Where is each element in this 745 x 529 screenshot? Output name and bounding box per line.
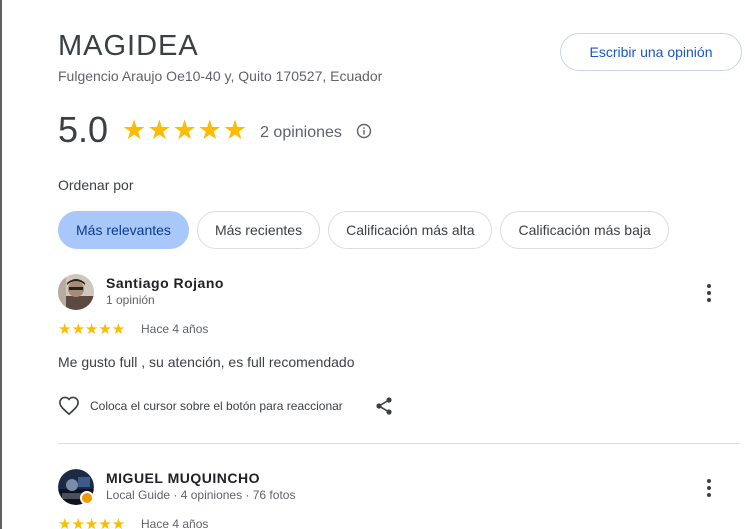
window-edge: [0, 0, 2, 529]
review-count[interactable]: 2 opiniones: [260, 124, 342, 142]
sort-chips: Más relevantes Más recientes Calificació…: [58, 211, 669, 249]
info-icon[interactable]: [356, 123, 372, 139]
review-item: MIGUEL MUQUINCHO Local Guide · 4 opinion…: [58, 469, 742, 529]
review-item: Santiago Rojano 1 opinión ★★★★★ Hace 4 a…: [58, 274, 742, 434]
reviewer-name[interactable]: MIGUEL MUQUINCHO: [106, 470, 260, 486]
rating-summary: 5.0 ★★★★★ 2 opiniones: [58, 109, 372, 150]
chip-most-relevant[interactable]: Más relevantes: [58, 211, 189, 249]
place-title: MAGIDEA: [58, 30, 199, 62]
review-divider: [58, 443, 740, 444]
share-icon[interactable]: [375, 396, 393, 416]
more-options-icon[interactable]: [702, 283, 716, 303]
reviewer-meta: Local Guide · 4 opiniones · 76 fotos: [106, 488, 296, 502]
average-rating: 5.0: [58, 109, 109, 150]
more-options-icon[interactable]: [702, 478, 716, 498]
review-text: Me gusto full , su atención, es full rec…: [58, 354, 355, 370]
place-address: Fulgencio Araujo Oe10-40 y, Quito 170527…: [58, 68, 383, 84]
sort-label: Ordenar por: [58, 177, 134, 193]
review-stars: ★★★★★: [58, 321, 126, 338]
local-guide-badge: [80, 491, 94, 505]
review-date: Hace 4 años: [141, 322, 209, 336]
chip-highest-rating[interactable]: Calificación más alta: [328, 211, 493, 249]
chip-lowest-rating[interactable]: Calificación más baja: [500, 211, 669, 249]
review-stars: ★★★★★: [58, 516, 126, 529]
chip-most-recent[interactable]: Más recientes: [196, 211, 321, 249]
react-row: Coloca el cursor sobre el botón para rea…: [58, 396, 393, 416]
write-review-button[interactable]: Escribir una opinión: [560, 33, 742, 71]
rating-stars: ★★★★★: [122, 114, 249, 145]
avatar[interactable]: [58, 274, 94, 310]
reviewer-name[interactable]: Santiago Rojano: [106, 275, 224, 291]
avatar[interactable]: [58, 469, 94, 505]
react-hint: Coloca el cursor sobre el botón para rea…: [90, 399, 343, 413]
heart-icon[interactable]: [58, 396, 80, 416]
review-date: Hace 4 años: [141, 517, 209, 529]
reviewer-meta: 1 opinión: [106, 293, 155, 307]
